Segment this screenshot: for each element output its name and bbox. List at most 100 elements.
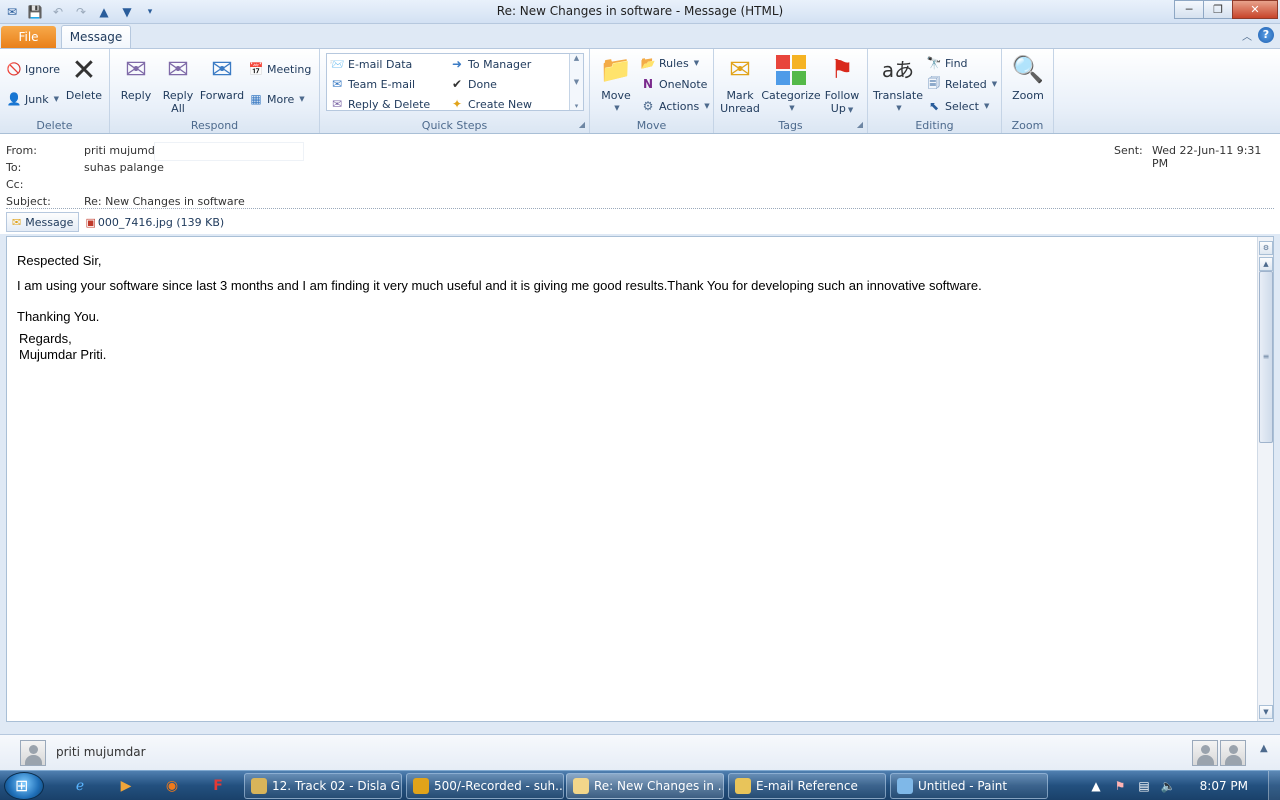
quickstep-done[interactable]: ✔ Done	[449, 76, 497, 92]
contact-name[interactable]: priti mujumdar	[56, 745, 146, 759]
help-icon[interactable]: ?	[1258, 27, 1274, 43]
start-button[interactable]	[4, 772, 44, 800]
scroll-up-arrow-icon[interactable]: ▲	[1259, 257, 1273, 271]
scroll-options-icon[interactable]: ⚙	[1259, 241, 1273, 255]
tray-expand-icon[interactable]: ▲	[1084, 779, 1108, 793]
signature-line: Mujumdar Priti.	[19, 347, 107, 362]
quickstep-team-email[interactable]: ✉ Team E-mail	[329, 76, 415, 92]
firefox-icon[interactable]: ◉	[154, 774, 190, 798]
related-icon: 🗐	[928, 75, 940, 90]
forward-button[interactable]: ✉ Forward	[200, 53, 244, 103]
checkmark-icon: ✔	[451, 77, 463, 91]
mark-unread-button[interactable]: ✉ Mark Unread	[718, 53, 762, 116]
junk-button[interactable]: 👤 Junk ▼	[6, 91, 59, 107]
from-label: From:	[6, 144, 37, 157]
reply-all-button[interactable]: ✉ Reply All	[158, 53, 198, 116]
media-player-icon[interactable]: ▶	[108, 774, 144, 798]
quick-steps-group-label: Quick Steps	[421, 119, 488, 132]
outlook-icon	[413, 778, 429, 794]
quickstep-to-manager[interactable]: ➜ To Manager	[449, 56, 531, 72]
create-new-icon: ✦	[451, 97, 463, 111]
quick-steps-group: 📨 E-mail Data ➜ To Manager ✉ Team E-mail…	[320, 49, 590, 133]
scroll-thumb[interactable]: ≡	[1259, 271, 1273, 443]
envelope-icon: ✉	[12, 215, 22, 229]
dialog-launcher-icon[interactable]: ◢	[579, 120, 585, 129]
message-view-tab[interactable]: ✉ Message	[6, 212, 80, 232]
minimize-button[interactable]: ─	[1174, 0, 1204, 19]
ignore-button[interactable]: 🚫 Ignore	[6, 61, 60, 77]
windows-taskbar: ℯ ▶ ◉ F 12. Track 02 - Disla G... 500/-R…	[0, 770, 1280, 800]
expand-gallery-icon[interactable]: ▾	[575, 102, 579, 110]
reply-button[interactable]: ✉ Reply	[116, 53, 156, 103]
chevron-down-icon: ▼	[991, 80, 998, 88]
to-value[interactable]: suhas palange	[84, 161, 164, 174]
ignore-icon: 🚫	[6, 62, 22, 76]
scroll-down-arrow-icon[interactable]: ▼	[1259, 705, 1273, 719]
person-avatar-small[interactable]	[1192, 740, 1218, 766]
delete-button[interactable]: ✕ Delete	[66, 53, 102, 102]
taskbar-item-email-reference[interactable]: E-mail Reference	[728, 773, 886, 799]
quickstep-email-data[interactable]: 📨 E-mail Data	[329, 56, 413, 72]
quickstep-create-new[interactable]: ✦ Create New	[449, 96, 532, 112]
zoom-group-label: Zoom	[1011, 119, 1044, 132]
categorize-button[interactable]: Categorize ▼	[761, 53, 821, 115]
close-button[interactable]: ✕	[1232, 0, 1278, 19]
move-group-label: Move	[636, 119, 667, 132]
move-button[interactable]: 📁 Move ▼	[596, 53, 636, 115]
move-folder-icon: 📁	[599, 54, 633, 85]
taskbar-item-recorded[interactable]: 500/-Recorded - suh...	[406, 773, 564, 799]
tab-file[interactable]: File	[1, 26, 56, 48]
chevron-down-icon: ▼	[693, 59, 700, 67]
find-button[interactable]: 🔭 Find	[926, 55, 968, 71]
junk-icon: 👤	[6, 92, 22, 106]
rules-icon: 📂	[640, 56, 656, 70]
more-icon: ▦	[250, 92, 262, 106]
zoom-button[interactable]: 🔍 Zoom	[1008, 53, 1048, 103]
tags-group: ✉ Mark Unread Categorize ▼ ⚑ Follow Up ▼ …	[714, 49, 868, 133]
taskbar-item-track[interactable]: 12. Track 02 - Disla G...	[244, 773, 402, 799]
find-binoculars-icon: 🔭	[926, 56, 942, 70]
onenote-button[interactable]: N OneNote	[640, 76, 707, 92]
related-button[interactable]: 🗐 Related ▼	[926, 76, 997, 92]
email-data-icon: 📨	[329, 57, 345, 71]
rules-button[interactable]: 📂 Rules ▼	[640, 55, 700, 71]
taskbar-item-message[interactable]: Re: New Changes in ...	[566, 773, 724, 799]
vertical-scrollbar[interactable]: ⚙ ▲ ≡ ▼	[1257, 237, 1273, 721]
tab-message[interactable]: Message	[61, 25, 131, 49]
to-manager-icon: ➜	[451, 57, 463, 71]
from-address-box	[154, 142, 304, 161]
thanks-line: Thanking You.	[17, 309, 100, 324]
volume-icon[interactable]: 🔈	[1156, 779, 1180, 793]
translate-button[interactable]: aあ Translate ▼	[872, 53, 924, 115]
restore-button[interactable]: ❐	[1203, 0, 1233, 19]
filezilla-icon[interactable]: F	[200, 774, 236, 798]
contact-avatar[interactable]	[20, 740, 46, 766]
person-avatar-small[interactable]	[1220, 740, 1246, 766]
folder-icon	[735, 778, 751, 794]
safely-remove-icon[interactable]: ▤	[1132, 779, 1156, 793]
meeting-button[interactable]: 📅 Meeting	[248, 61, 312, 77]
chevron-down-icon: ▼	[983, 102, 990, 110]
internet-explorer-icon[interactable]: ℯ	[62, 774, 98, 798]
quickstep-reply-delete[interactable]: ✉ Reply & Delete	[329, 96, 430, 112]
taskbar-item-paint[interactable]: Untitled - Paint	[890, 773, 1048, 799]
zoom-magnifier-icon: 🔍	[1011, 54, 1045, 85]
dialog-launcher-icon[interactable]: ◢	[857, 120, 863, 129]
network-error-icon[interactable]: ⚑	[1108, 779, 1132, 793]
quick-steps-scroll[interactable]: ▲ ▼ ▾	[569, 54, 583, 110]
show-desktop-button[interactable]	[1268, 771, 1280, 800]
scroll-down-icon[interactable]: ▼	[574, 78, 579, 86]
clock[interactable]: 8:07 PM	[1200, 779, 1248, 793]
message-header: From: priti mujumdar To: suhas palange C…	[0, 134, 1280, 234]
attachment-item[interactable]: ▣ 000_7416.jpg (139 KB)	[85, 216, 224, 229]
scroll-up-icon[interactable]: ▲	[574, 54, 579, 62]
move-group: 📁 Move ▼ 📂 Rules ▼ N OneNote ⚙ Actions ▼ M…	[590, 49, 714, 133]
more-button[interactable]: ▦ More ▼	[248, 91, 304, 107]
chevron-down-icon: ▼	[789, 104, 795, 112]
expand-people-pane-icon[interactable]: ▲	[1260, 743, 1268, 754]
greeting: Respected Sir,	[17, 253, 102, 268]
collapse-ribbon-icon[interactable]: ︿	[1242, 28, 1252, 43]
follow-up-button[interactable]: ⚑ Follow Up ▼	[822, 53, 862, 117]
actions-button[interactable]: ⚙ Actions ▼	[640, 98, 710, 114]
select-button[interactable]: ⬉ Select ▼	[926, 98, 989, 114]
